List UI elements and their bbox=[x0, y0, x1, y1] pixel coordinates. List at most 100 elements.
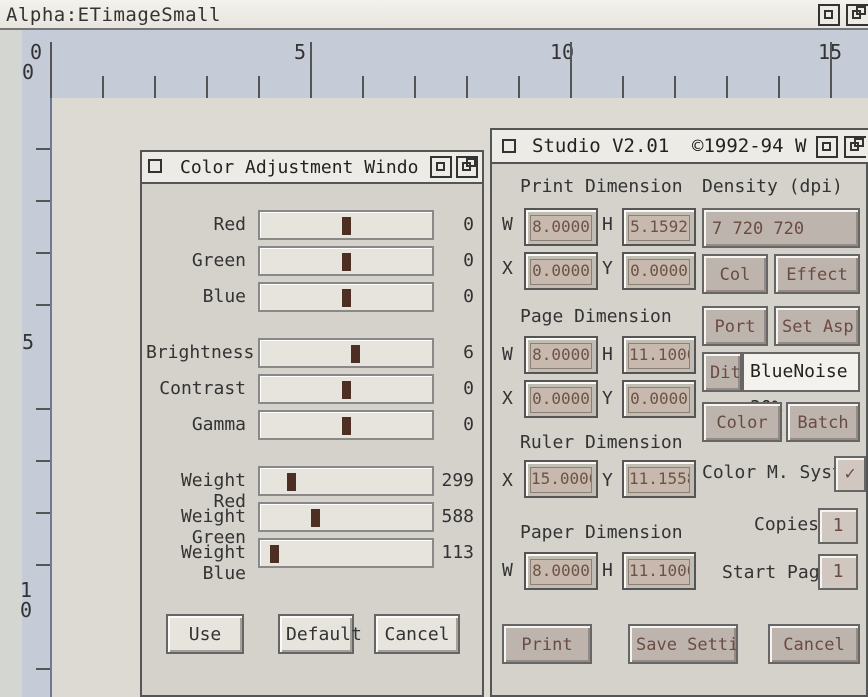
color-window-title: Color Adjustment Windo bbox=[180, 157, 419, 178]
close-icon[interactable] bbox=[148, 159, 162, 173]
slider-value: 0 bbox=[463, 214, 474, 235]
print-width-field[interactable]: 8.0000 bbox=[524, 208, 598, 246]
slider-track[interactable] bbox=[258, 410, 434, 440]
color-m-system-checkbox[interactable]: ✓ bbox=[834, 456, 866, 492]
col-button[interactable]: Col bbox=[702, 254, 768, 294]
slider-knob[interactable] bbox=[287, 473, 296, 491]
zoom-icon[interactable] bbox=[430, 156, 452, 178]
slider-value: 299 bbox=[441, 470, 474, 491]
cancel-button[interactable]: Cancel bbox=[374, 614, 460, 654]
ruler-x-value: 15.0000 bbox=[530, 467, 592, 493]
depth-icon[interactable] bbox=[844, 136, 866, 158]
ruler-y-label: Y bbox=[602, 470, 613, 491]
slider-knob[interactable] bbox=[351, 345, 360, 363]
print-height-field[interactable]: 5.1592 bbox=[622, 208, 696, 246]
page-y-label: Y bbox=[602, 388, 613, 409]
page-y-value: 0.0000 bbox=[628, 387, 690, 413]
studio-window-titlebar[interactable]: Studio V2.01 ©1992-94 W bbox=[492, 130, 868, 164]
start-page-field[interactable]: 1 bbox=[818, 554, 858, 590]
page-h-label: H bbox=[602, 344, 613, 365]
slider-value: 113 bbox=[441, 542, 474, 563]
slider-knob[interactable] bbox=[342, 417, 351, 435]
use-button[interactable]: Use bbox=[166, 614, 244, 654]
print-x-label: X bbox=[502, 258, 513, 279]
paper-height-field[interactable]: 11.1000 bbox=[622, 552, 696, 590]
cancel-button[interactable]: Cancel bbox=[768, 624, 860, 664]
ruler-tick bbox=[36, 200, 50, 202]
slider-track[interactable] bbox=[258, 338, 434, 368]
copies-field[interactable]: 1 bbox=[818, 508, 858, 544]
slider-track[interactable] bbox=[258, 246, 434, 276]
ruler-tick bbox=[674, 76, 676, 98]
slider-knob[interactable] bbox=[342, 217, 351, 235]
print-y-label: Y bbox=[602, 258, 613, 279]
effect-button[interactable]: Effect bbox=[774, 254, 860, 294]
studio-window-title: Studio V2.01 bbox=[532, 135, 670, 157]
slider-knob[interactable] bbox=[311, 509, 320, 527]
ruler-x-label: X bbox=[502, 470, 513, 491]
slider-knob[interactable] bbox=[342, 381, 351, 399]
print-x-field[interactable]: 0.0000 bbox=[524, 252, 598, 290]
zoom-icon[interactable] bbox=[818, 4, 840, 26]
ruler-corner-label: 0 bbox=[22, 60, 35, 84]
print-height-value: 5.1592 bbox=[628, 215, 690, 241]
slider-track[interactable] bbox=[258, 282, 434, 312]
ruler-label: 5 bbox=[294, 40, 307, 64]
print-y-field[interactable]: 0.0000 bbox=[622, 252, 696, 290]
slider-track[interactable] bbox=[258, 466, 434, 496]
ruler-tick bbox=[36, 668, 50, 670]
slider-value: 0 bbox=[463, 414, 474, 435]
page-width-field[interactable]: 8.0000 bbox=[524, 336, 598, 374]
slider-knob[interactable] bbox=[342, 253, 351, 271]
paper-h-label: H bbox=[602, 560, 613, 581]
default-button[interactable]: Default bbox=[278, 614, 362, 654]
page-y-field[interactable]: 0.0000 bbox=[622, 380, 696, 418]
slider-track[interactable] bbox=[258, 538, 434, 568]
ruler-left-label: 5 bbox=[22, 330, 35, 354]
zoom-icon[interactable] bbox=[816, 136, 838, 158]
ruler-tick bbox=[36, 148, 50, 150]
set-aspect-button[interactable]: Set Asp bbox=[774, 306, 860, 346]
slider-knob[interactable] bbox=[342, 289, 351, 307]
slider-track[interactable] bbox=[258, 374, 434, 404]
port-button[interactable]: Port bbox=[702, 306, 768, 346]
slider-label: Gamma bbox=[191, 414, 246, 435]
ruler-tick bbox=[726, 76, 728, 98]
paper-w-label: W bbox=[502, 560, 513, 581]
print-x-value: 0.0000 bbox=[530, 259, 592, 285]
ruler-tick bbox=[36, 460, 50, 462]
slider-track[interactable] bbox=[258, 210, 434, 240]
paper-width-field[interactable]: 8.0000 bbox=[524, 552, 598, 590]
page-width-value: 8.0000 bbox=[530, 343, 592, 369]
page-height-field[interactable]: 11.1000 bbox=[622, 336, 696, 374]
print-button[interactable]: Print bbox=[502, 624, 592, 664]
color-window-titlebar[interactable]: Color Adjustment Windo bbox=[142, 152, 482, 184]
slider-label: Blue bbox=[202, 286, 246, 307]
copies-label: Copies bbox=[754, 514, 820, 535]
page-dimension-label: Page Dimension bbox=[520, 306, 672, 327]
dither-value-display: BlueNoise 30% bbox=[742, 352, 860, 418]
depth-icon[interactable] bbox=[456, 156, 478, 178]
slider-value: 0 bbox=[463, 286, 474, 307]
ruler-left-label: 1 0 bbox=[20, 578, 33, 622]
print-y-value: 0.0000 bbox=[628, 259, 690, 285]
color-button[interactable]: Color bbox=[702, 402, 782, 442]
close-icon[interactable] bbox=[502, 139, 516, 153]
density-cycle-button[interactable]: 7 720 720 bbox=[702, 208, 860, 248]
print-h-label: H bbox=[602, 214, 613, 235]
page-height-value: 11.1000 bbox=[628, 343, 690, 369]
ruler-tick bbox=[518, 76, 520, 98]
ruler-tick bbox=[154, 76, 156, 98]
save-settings-button[interactable]: Save Setting bbox=[628, 624, 738, 664]
main-window-titlebar[interactable]: Alpha:ETimageSmall bbox=[0, 0, 868, 30]
dither-button[interactable]: Dit bbox=[702, 352, 742, 392]
ruler-tick bbox=[622, 76, 624, 98]
batch-button[interactable]: Batch bbox=[786, 402, 860, 442]
ruler-x-field[interactable]: 15.0000 bbox=[524, 460, 598, 498]
page-x-value: 0.0000 bbox=[530, 387, 592, 413]
slider-track[interactable] bbox=[258, 502, 434, 532]
depth-icon[interactable] bbox=[846, 4, 868, 26]
ruler-y-field[interactable]: 11.1558 bbox=[622, 460, 696, 498]
slider-knob[interactable] bbox=[270, 545, 279, 563]
page-x-field[interactable]: 0.0000 bbox=[524, 380, 598, 418]
